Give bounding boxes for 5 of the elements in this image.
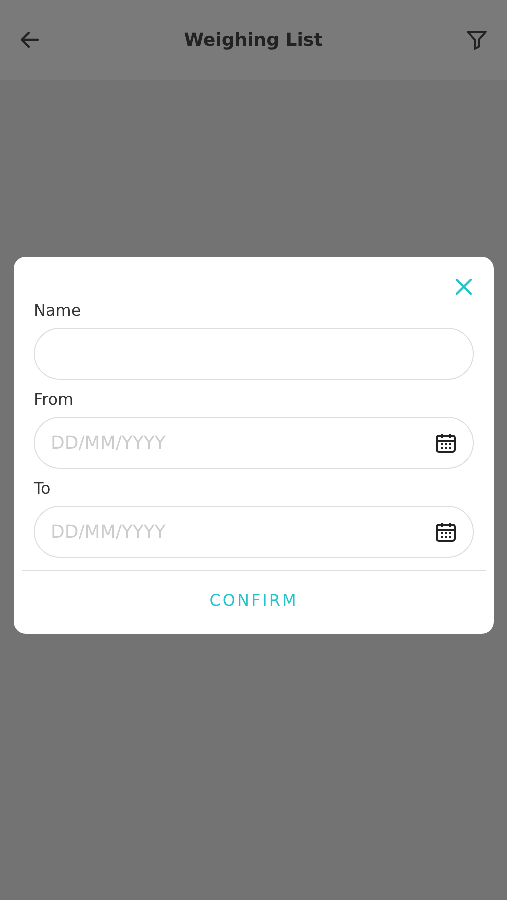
field-label: To: [34, 479, 52, 498]
field-label: Name: [34, 301, 82, 320]
confirm-button[interactable]: CONFIRM: [210, 579, 298, 622]
field-label: From: [34, 390, 75, 409]
page-title: Weighing List: [184, 30, 323, 50]
